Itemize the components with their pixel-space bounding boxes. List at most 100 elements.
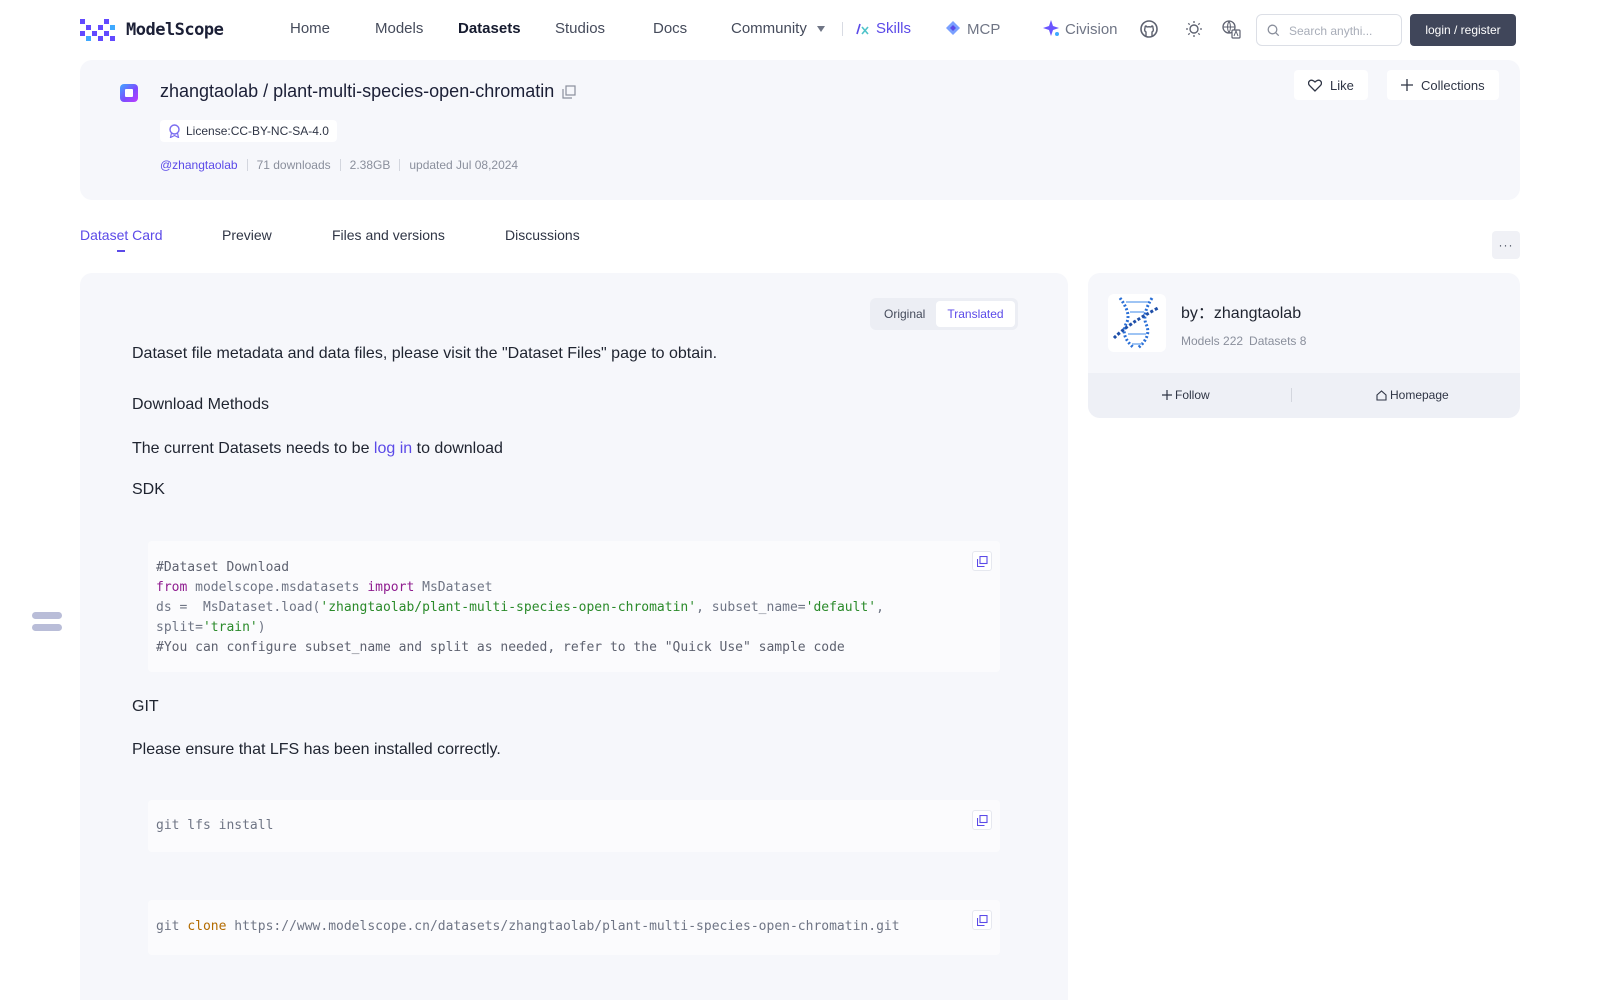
- nav-studios[interactable]: Studios: [555, 20, 605, 37]
- search-icon: [1267, 24, 1280, 37]
- dna-avatar-icon: [1112, 297, 1159, 350]
- active-tab-indicator: [117, 250, 125, 252]
- nav-skills[interactable]: Skills: [856, 20, 911, 37]
- login-register-button[interactable]: login / register: [1410, 14, 1516, 46]
- code-text: modelscope.msdatasets: [187, 580, 368, 595]
- github-icon[interactable]: [1139, 19, 1159, 39]
- code-text: , subset_name=: [696, 600, 806, 615]
- nav-docs[interactable]: Docs: [653, 20, 687, 37]
- sdk-code-block: #Dataset Download from modelscope.msdata…: [148, 541, 1000, 672]
- code-line: split='train'): [156, 618, 992, 638]
- plus-icon: [1162, 390, 1172, 400]
- login-notice: The current Datasets needs to be log in …: [132, 440, 503, 458]
- toggle-translated[interactable]: Translated: [936, 301, 1015, 327]
- meta-divider: [246, 159, 248, 171]
- author-link[interactable]: @zhangtaolab: [160, 158, 238, 172]
- updated-date: updated Jul 08,2024: [409, 158, 519, 172]
- downloads-count: 71 downloads: [256, 158, 331, 172]
- copy-code-button[interactable]: [972, 551, 992, 571]
- search-box[interactable]: [1256, 14, 1402, 46]
- toggle-original[interactable]: Original: [873, 301, 936, 327]
- nav-skills-label: Skills: [876, 20, 912, 37]
- heart-icon: [1308, 79, 1322, 92]
- code-line: #Dataset Download: [156, 560, 290, 575]
- dataset-size: 2.38GB: [349, 158, 391, 172]
- license-icon: [169, 124, 180, 138]
- floating-menu-icon[interactable]: [32, 612, 62, 642]
- nav-community-label: Community: [731, 20, 807, 37]
- copy-code-button[interactable]: [972, 810, 992, 830]
- lfs-note: Please ensure that LFS has been installe…: [132, 741, 501, 758]
- code-text: split=: [156, 620, 203, 635]
- more-options-button[interactable]: ···: [1492, 231, 1520, 259]
- author-name[interactable]: by：zhangtaolab: [1181, 299, 1301, 323]
- dataset-header: zhangtaolab / plant-multi-species-open-c…: [80, 60, 1520, 200]
- avatar[interactable]: [1108, 294, 1166, 352]
- code-text: MsDataset: [414, 580, 493, 595]
- nav-models[interactable]: Models: [375, 20, 423, 37]
- nav-mcp-label: MCP: [967, 21, 1001, 38]
- dataset-owner[interactable]: zhangtaolab: [160, 81, 258, 102]
- tab-dataset-card[interactable]: Dataset Card: [80, 227, 162, 243]
- tab-discussions[interactable]: Discussions: [505, 227, 580, 243]
- logo-mark-icon: [80, 19, 118, 41]
- search-input[interactable]: [1289, 21, 1397, 41]
- code-text: ): [257, 620, 266, 635]
- code-line: git clone https://www.modelscope.cn/data…: [156, 917, 992, 937]
- nav-civision[interactable]: Civision: [1043, 20, 1118, 38]
- title-separator: /: [263, 81, 269, 101]
- code-line: ds = MsDataset.load('zhangtaolab/plant-m…: [156, 598, 992, 618]
- author-stats: Models 222 Datasets 8: [1181, 334, 1306, 348]
- nav-mcp[interactable]: MCP: [945, 20, 1000, 38]
- mcp-icon: [946, 21, 960, 35]
- license-badge: License:CC-BY-NC-SA-4.0: [160, 120, 337, 142]
- dataset-name: plant-multi-species-open-chromatin: [273, 81, 555, 101]
- modelscope-logo[interactable]: ModelScope: [80, 19, 224, 41]
- login-prefix: The current Datasets needs to be: [132, 440, 370, 457]
- collections-label: Collections: [1421, 77, 1485, 93]
- code-line: from modelscope.msdatasets import MsData…: [156, 578, 992, 598]
- nav-community[interactable]: Community: [731, 20, 825, 37]
- homepage-label: Homepage: [1390, 388, 1449, 402]
- code-line: #You can configure subset_name and split…: [156, 640, 845, 655]
- code-string: 'default': [805, 600, 877, 615]
- nav-datasets[interactable]: Datasets: [458, 20, 521, 37]
- code-line: git lfs install: [156, 818, 274, 833]
- home-icon: [1376, 389, 1387, 401]
- copy-icon[interactable]: [562, 84, 576, 99]
- language-icon[interactable]: [1221, 19, 1241, 39]
- download-methods-heading: Download Methods: [132, 396, 269, 413]
- logo-wordmark: ModelScope: [126, 20, 224, 40]
- homepage-button[interactable]: Homepage: [1376, 388, 1449, 402]
- dataset-title: zhangtaolab / plant-multi-species-open-c…: [160, 81, 576, 102]
- copy-icon: [976, 914, 988, 926]
- meta-divider: [399, 159, 401, 171]
- author-datasets-count: Datasets 8: [1249, 334, 1307, 348]
- intro-text: Dataset file metadata and data files, pl…: [132, 345, 718, 362]
- follow-button[interactable]: Follow: [1162, 388, 1210, 402]
- tab-files-and-versions[interactable]: Files and versions: [332, 227, 445, 243]
- code-keyword: clone: [187, 919, 227, 934]
- author-card: by：zhangtaolab Models 222 Datasets 8 Foll…: [1088, 273, 1520, 418]
- collections-button[interactable]: Collections: [1387, 70, 1499, 100]
- code-text: https://www.modelscope.cn/datasets/zhang…: [226, 919, 900, 934]
- git-clone-code-block: git clone https://www.modelscope.cn/data…: [148, 900, 1000, 955]
- nav-divider: [842, 22, 843, 36]
- skills-icon: [856, 23, 869, 35]
- tab-preview[interactable]: Preview: [222, 227, 272, 243]
- sparkle-icon: [1043, 20, 1059, 36]
- language-toggle: Original Translated: [870, 298, 1018, 330]
- top-navigation: ModelScope Home Models Datasets Studios …: [0, 0, 1600, 58]
- login-link[interactable]: log in: [374, 440, 412, 457]
- code-text: ds = MsDataset.load(: [156, 600, 321, 615]
- theme-sun-icon[interactable]: [1184, 19, 1204, 39]
- git-heading: GIT: [132, 698, 159, 715]
- sdk-heading: SDK: [132, 481, 165, 498]
- copy-code-button[interactable]: [972, 910, 992, 930]
- follow-label: Follow: [1175, 388, 1210, 402]
- like-button[interactable]: Like: [1294, 70, 1368, 100]
- author-actions: Follow Homepage: [1088, 373, 1520, 418]
- nav-home[interactable]: Home: [290, 20, 330, 37]
- code-text: ,: [876, 600, 884, 615]
- git-lfs-code-block: git lfs install: [148, 800, 1000, 852]
